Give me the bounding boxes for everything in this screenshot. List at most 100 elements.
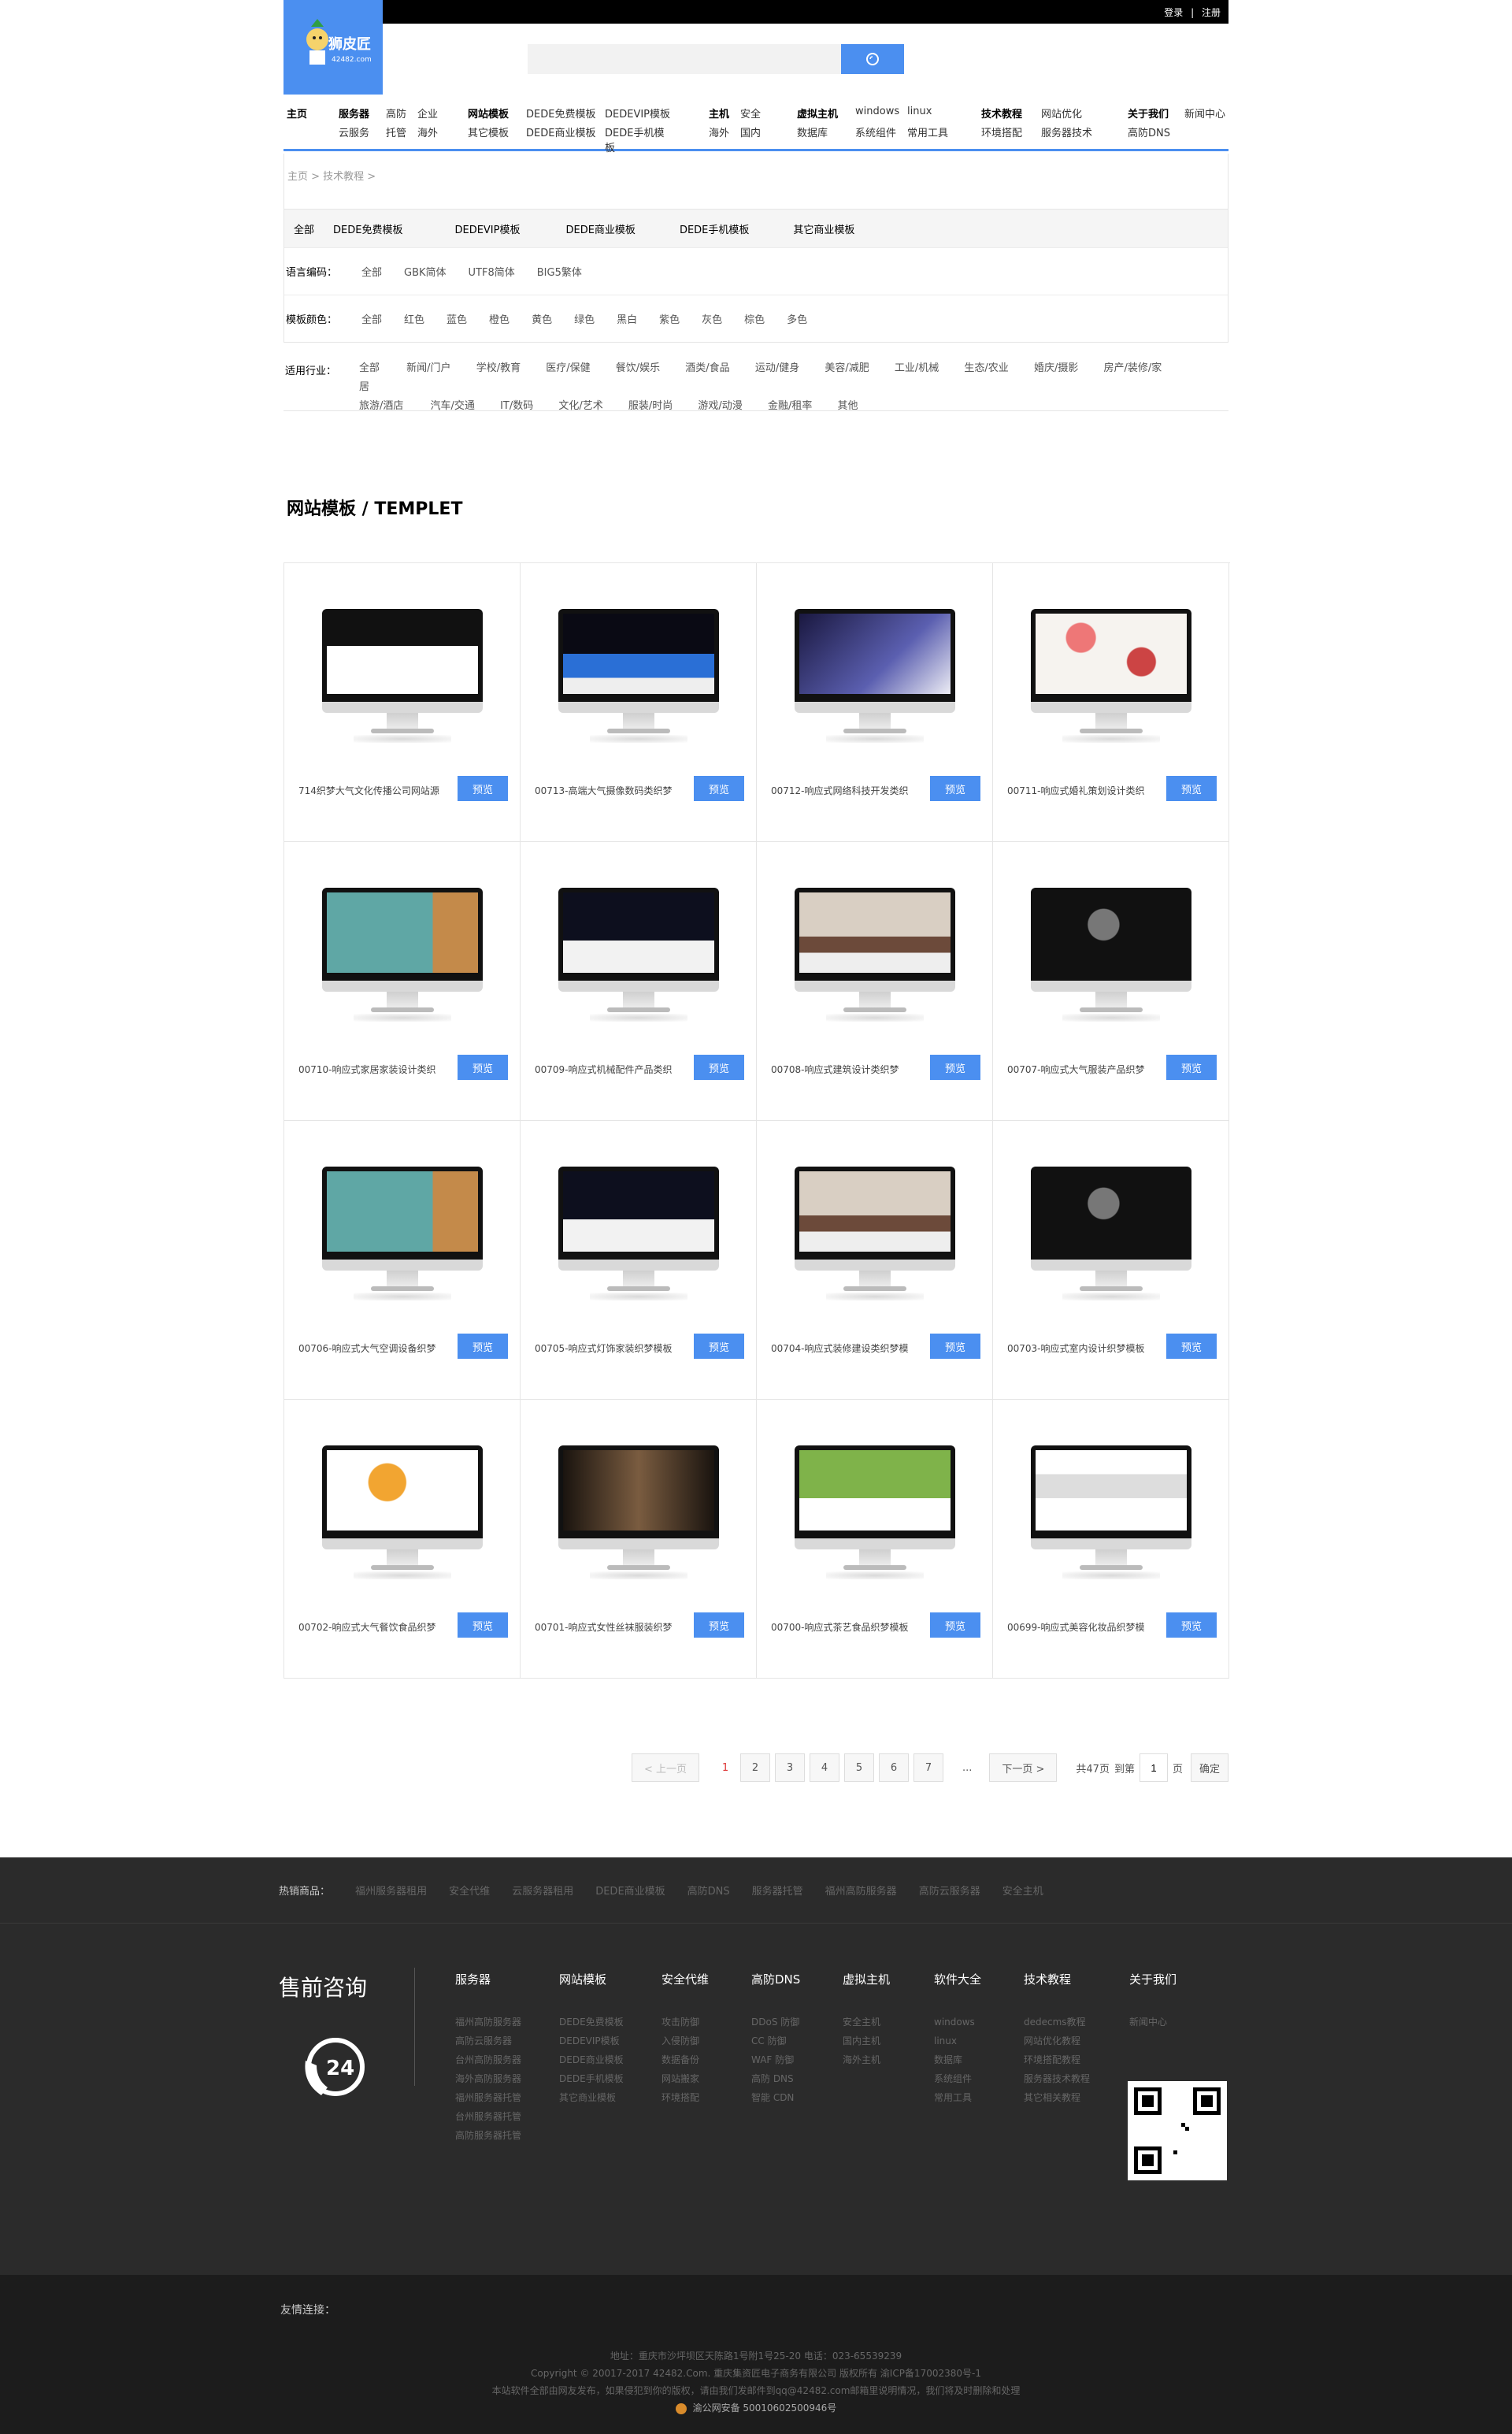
footer-link[interactable]: DEDE手机模板 bbox=[559, 2069, 624, 2088]
preview-button[interactable]: 预览 bbox=[930, 776, 980, 801]
nav-item[interactable]: 国内 bbox=[740, 124, 761, 139]
nav-item[interactable]: 高防DNS bbox=[1128, 124, 1170, 139]
template-thumbnail[interactable] bbox=[795, 609, 955, 743]
confirm-page-button[interactable]: 确定 bbox=[1190, 1753, 1228, 1782]
search-button[interactable] bbox=[841, 44, 904, 74]
page-link[interactable]: 6 bbox=[879, 1753, 909, 1782]
template-title[interactable]: 00709-响应式机械配件产品类织 bbox=[535, 1063, 692, 1076]
template-thumbnail[interactable] bbox=[558, 1167, 719, 1300]
template-thumbnail[interactable] bbox=[1031, 609, 1191, 743]
template-card[interactable]: 00703-响应式室内设计织梦模板 预览 bbox=[993, 1121, 1229, 1400]
industry-option[interactable]: 运动/健身 bbox=[755, 362, 799, 374]
footer-link[interactable]: DEDE商业模板 bbox=[559, 2050, 624, 2069]
footer-link[interactable]: 台州高防服务器 bbox=[455, 2050, 521, 2069]
template-title[interactable]: 00712-响应式网络科技开发类织 bbox=[771, 784, 928, 797]
page-link[interactable]: 2 bbox=[740, 1753, 770, 1782]
preview-button[interactable]: 预览 bbox=[458, 776, 508, 801]
footer-link[interactable]: 网站优化教程 bbox=[1024, 2031, 1090, 2050]
industry-option[interactable]: 服装/时尚 bbox=[628, 400, 673, 412]
template-card[interactable]: 00702-响应式大气餐饮食品织梦 预览 bbox=[284, 1400, 521, 1679]
template-title[interactable]: 00703-响应式室内设计织梦模板 bbox=[1007, 1341, 1165, 1355]
footer-link[interactable]: 海外主机 bbox=[843, 2050, 890, 2069]
footer-link[interactable]: 海外高防服务器 bbox=[455, 2069, 521, 2088]
industry-option[interactable]: 学校/教育 bbox=[476, 362, 521, 374]
footer-link[interactable]: 环境搭配教程 bbox=[1024, 2050, 1090, 2069]
template-card[interactable]: 00701-响应式女性丝袜服装织梦 预览 bbox=[521, 1400, 757, 1679]
industry-option[interactable]: IT/数码 bbox=[500, 400, 533, 412]
color-option[interactable]: 棕色 bbox=[744, 311, 765, 326]
footer-link[interactable]: 攻击防御 bbox=[662, 2013, 709, 2031]
industry-option[interactable]: 婚庆/摄影 bbox=[1034, 362, 1078, 374]
tab-dede-free[interactable]: DEDE免费模板 bbox=[333, 221, 402, 236]
template-title[interactable]: 00705-响应式灯饰家装织梦模板 bbox=[535, 1341, 692, 1355]
footer-link[interactable]: CC 防御 bbox=[751, 2031, 800, 2050]
nav-item[interactable]: 服务器技术 bbox=[1041, 124, 1092, 139]
tab-other-commercial[interactable]: 其它商业模板 bbox=[793, 221, 854, 236]
industry-option[interactable]: 其他 bbox=[837, 400, 858, 412]
template-thumbnail[interactable] bbox=[795, 888, 955, 1022]
footer-link[interactable]: windows bbox=[934, 2013, 981, 2031]
nav-item[interactable]: 云服务 bbox=[339, 124, 369, 139]
footer-link[interactable]: 网站搬家 bbox=[662, 2069, 709, 2088]
nav-home[interactable]: 主页 bbox=[287, 106, 307, 121]
template-title[interactable]: 00706-响应式大气空调设备织梦 bbox=[298, 1341, 456, 1355]
footer-link[interactable]: 智能 CDN bbox=[751, 2088, 800, 2107]
footer-link[interactable]: linux bbox=[934, 2031, 981, 2050]
page-link[interactable]: 3 bbox=[775, 1753, 805, 1782]
preview-button[interactable]: 预览 bbox=[930, 1334, 980, 1359]
footer-link[interactable]: 其它商业模板 bbox=[559, 2088, 624, 2107]
preview-button[interactable]: 预览 bbox=[458, 1055, 508, 1080]
nav-item[interactable]: 高防 bbox=[386, 106, 406, 121]
color-option[interactable]: 蓝色 bbox=[447, 311, 467, 326]
nav-item[interactable]: 常用工具 bbox=[907, 124, 948, 139]
template-thumbnail[interactable] bbox=[795, 1167, 955, 1300]
footer-link[interactable]: 常用工具 bbox=[934, 2088, 981, 2107]
template-card[interactable]: 00712-响应式网络科技开发类织 预览 bbox=[757, 563, 993, 842]
industry-option[interactable]: 美容/减肥 bbox=[825, 362, 869, 374]
footer-link[interactable]: 高防云服务器 bbox=[455, 2031, 521, 2050]
nav-item[interactable]: 环境搭配 bbox=[981, 124, 1022, 139]
nav-item[interactable]: DEDEVIP模板 bbox=[605, 106, 670, 121]
nav-item[interactable]: windows bbox=[855, 106, 899, 117]
color-option[interactable]: 黑白 bbox=[617, 311, 637, 326]
template-card[interactable]: 00711-响应式婚礼策划设计类织 预览 bbox=[993, 563, 1229, 842]
template-card[interactable]: 00699-响应式美容化妆品织梦模 预览 bbox=[993, 1400, 1229, 1679]
template-title[interactable]: 00707-响应式大气服装产品织梦 bbox=[1007, 1063, 1165, 1076]
nav-item[interactable]: DEDE免费模板 bbox=[526, 106, 595, 121]
encoding-option[interactable]: 全部 bbox=[361, 264, 382, 279]
industry-option[interactable]: 文化/艺术 bbox=[558, 400, 602, 412]
nav-item[interactable]: 海外 bbox=[709, 124, 729, 139]
color-option[interactable]: 灰色 bbox=[702, 311, 722, 326]
preview-button[interactable]: 预览 bbox=[1166, 1334, 1217, 1359]
template-title[interactable]: 00711-响应式婚礼策划设计类织 bbox=[1007, 784, 1165, 797]
page-link[interactable]: 5 bbox=[844, 1753, 874, 1782]
industry-option[interactable]: 金融/租率 bbox=[768, 400, 812, 412]
prev-page-button[interactable]: < 上一页 bbox=[632, 1753, 699, 1782]
encoding-option[interactable]: UTF8简体 bbox=[469, 264, 515, 279]
preview-button[interactable]: 预览 bbox=[694, 1612, 744, 1638]
template-thumbnail[interactable] bbox=[558, 1445, 719, 1579]
footer-link[interactable]: 其它相关教程 bbox=[1024, 2088, 1090, 2107]
footer-link[interactable]: 高防 DNS bbox=[751, 2069, 800, 2088]
industry-option[interactable]: 全部 bbox=[359, 362, 380, 374]
login-link[interactable]: 登录 bbox=[1164, 7, 1183, 18]
hot-product-link[interactable]: 福州高防服务器 bbox=[825, 1886, 897, 1898]
encoding-option[interactable]: GBK简体 bbox=[404, 264, 447, 279]
template-title[interactable]: 00700-响应式茶艺食品织梦模板 bbox=[771, 1620, 928, 1634]
template-card[interactable]: 00709-响应式机械配件产品类织 预览 bbox=[521, 842, 757, 1121]
nav-item[interactable]: DEDE商业模板 bbox=[526, 124, 595, 139]
nav-item[interactable]: linux bbox=[907, 106, 932, 117]
nav-item[interactable]: 新闻中心 bbox=[1184, 106, 1225, 121]
page-link[interactable]: 4 bbox=[810, 1753, 839, 1782]
template-thumbnail[interactable] bbox=[322, 609, 483, 743]
tab-all[interactable]: 全部 bbox=[294, 221, 314, 236]
footer-link[interactable]: 入侵防御 bbox=[662, 2031, 709, 2050]
industry-option[interactable]: 生态/农业 bbox=[964, 362, 1008, 374]
nav-item[interactable]: 安全 bbox=[740, 106, 761, 121]
hot-product-link[interactable]: 高防DNS bbox=[687, 1886, 730, 1898]
page-link[interactable]: 7 bbox=[914, 1753, 943, 1782]
nav-item[interactable]: 其它模板 bbox=[468, 124, 509, 139]
footer-link[interactable]: dedecms教程 bbox=[1024, 2013, 1090, 2031]
industry-option[interactable]: 医疗/保健 bbox=[546, 362, 590, 374]
template-thumbnail[interactable] bbox=[1031, 1167, 1191, 1300]
